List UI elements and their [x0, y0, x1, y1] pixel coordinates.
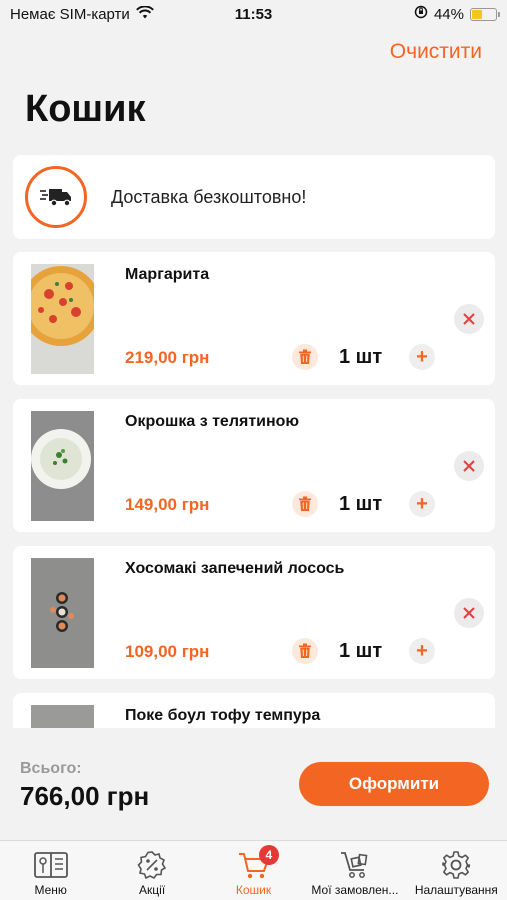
battery-icon: [470, 7, 500, 21]
total-value: 766,00 грн: [20, 781, 150, 811]
gear-icon: [441, 849, 471, 881]
item-quantity: 1 шт: [339, 493, 383, 515]
delivery-truck-icon: [25, 166, 87, 228]
remove-item-button[interactable]: [454, 304, 484, 334]
clear-cart-button[interactable]: Очистити: [390, 40, 482, 64]
close-icon: [463, 607, 475, 619]
battery-percent: 44%: [433, 5, 464, 23]
plus-icon: +: [416, 493, 428, 515]
total-label: Всього:: [20, 760, 82, 777]
checkout-button[interactable]: Оформити: [299, 762, 489, 806]
trash-icon: [299, 643, 311, 658]
battery-fill: [472, 9, 483, 19]
cart-item: Поке боул тофу темпура: [13, 693, 495, 728]
tab-label: Налаштування: [414, 883, 498, 897]
item-name: Поке боул тофу темпура: [125, 707, 321, 724]
cart-count-badge: 4: [258, 845, 279, 865]
delete-item-button[interactable]: [292, 638, 318, 664]
remove-item-button[interactable]: [454, 451, 484, 481]
plus-icon: +: [416, 346, 428, 368]
item-price: 219,00 грн: [125, 348, 210, 367]
discount-icon: [137, 849, 167, 881]
plus-icon: +: [416, 640, 428, 662]
remove-item-button[interactable]: [454, 598, 484, 628]
increase-quantity-button[interactable]: +: [409, 344, 435, 370]
orientation-lock-icon: [414, 5, 428, 23]
menu-book-icon: [33, 849, 69, 881]
pizza-image: [31, 264, 94, 374]
item-name: Окрошка з телятиною: [125, 413, 300, 430]
item-name: Маргарита: [125, 266, 210, 283]
close-icon: [463, 313, 475, 325]
cart-item: Хосомакі запечений лосось 109,00 грн 1 ш…: [13, 546, 495, 679]
cart-item: Маргарита 219,00 грн 1 шт +: [13, 252, 495, 385]
wifi-icon: [135, 4, 154, 23]
delivery-banner: Доставка безкоштовно!: [13, 155, 495, 239]
orders-cart-icon: [338, 849, 372, 881]
tab-my-orders[interactable]: Мої замовлен...: [304, 841, 405, 900]
tab-label: Кошик: [235, 883, 272, 897]
tab-label: Меню: [34, 883, 67, 897]
status-bar: Немає SIM-карти 11:53 44%: [0, 0, 507, 28]
item-price: 149,00 грн: [125, 495, 210, 514]
status-left: Немає SIM-карти: [10, 4, 154, 23]
tab-bar: Меню Акції 4 Кошик Мої замовлен... Налаш…: [0, 840, 507, 900]
soup-image: [31, 411, 94, 521]
item-name: Хосомакі запечений лосось: [125, 560, 345, 577]
tab-cart[interactable]: 4 Кошик: [203, 841, 304, 900]
tab-label: Мої замовлен...: [311, 883, 399, 897]
carrier-label: Немає SIM-карти: [10, 5, 130, 23]
delete-item-button[interactable]: [292, 491, 318, 517]
delete-item-button[interactable]: [292, 344, 318, 370]
delivery-text: Доставка безкоштовно!: [111, 186, 307, 207]
status-right: 44%: [414, 5, 500, 23]
trash-icon: [299, 496, 311, 511]
bowl-image: [31, 705, 94, 728]
item-quantity: 1 шт: [339, 640, 383, 662]
increase-quantity-button[interactable]: +: [409, 491, 435, 517]
page-title: Кошик: [25, 88, 146, 130]
rolls-image: [31, 558, 94, 668]
cart-items-list[interactable]: Маргарита 219,00 грн 1 шт + Окрошка з те…: [0, 252, 507, 728]
trash-icon: [299, 349, 311, 364]
item-quantity: 1 шт: [339, 346, 383, 368]
tab-promotions[interactable]: Акції: [101, 841, 202, 900]
close-icon: [463, 460, 475, 472]
tab-settings[interactable]: Налаштування: [406, 841, 507, 900]
item-price: 109,00 грн: [125, 642, 210, 661]
tab-menu[interactable]: Меню: [0, 841, 101, 900]
tab-label: Акції: [139, 883, 166, 897]
increase-quantity-button[interactable]: +: [409, 638, 435, 664]
cart-item: Окрошка з телятиною 149,00 грн 1 шт +: [13, 399, 495, 532]
